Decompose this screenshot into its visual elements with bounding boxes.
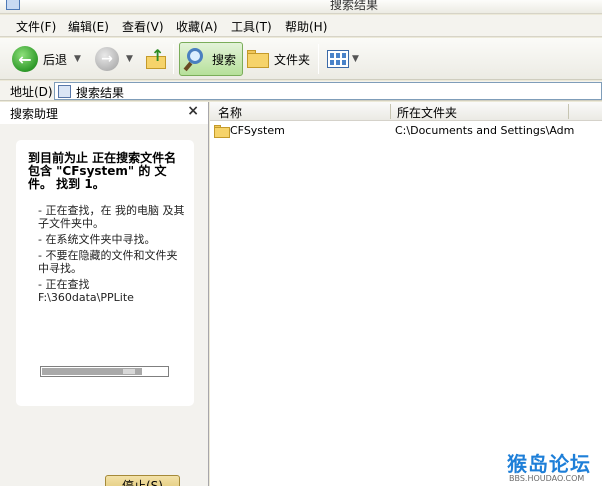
column-header-folder[interactable]: 所在文件夹: [397, 104, 457, 121]
chevron-down-icon: ▼: [74, 54, 81, 64]
status-card: 到目前为止 正在搜索文件名包含 "CFsystem" 的 文件。 找到 1。 -…: [16, 140, 194, 406]
column-headers: 名称 所在文件夹: [210, 102, 602, 121]
assistant-panel: 到目前为止 正在搜索文件名包含 "CFsystem" 的 文件。 找到 1。 -…: [0, 124, 208, 486]
back-dropdown[interactable]: ▼: [74, 42, 81, 76]
watermark-url: BBS.HOUDAO.COM: [509, 474, 585, 483]
folder-up-icon: ↑: [146, 46, 166, 70]
forward-dropdown[interactable]: ▼: [126, 42, 133, 76]
table-row[interactable]: CFSystem C:\Documents and Settings\Adm..…: [210, 122, 602, 140]
folders-label: 文件夹: [274, 52, 311, 67]
toolbar: ← 后退 ▼ → ▼ ↑ 搜索 文件夹 ▼: [0, 38, 602, 80]
back-arrow-icon: ←: [12, 46, 38, 72]
toolbar-separator: [173, 44, 174, 74]
column-divider[interactable]: [390, 104, 391, 119]
address-field[interactable]: 搜索结果: [54, 82, 602, 100]
watermark-logo: 猴岛论坛: [507, 452, 591, 476]
search-progress-bar: [40, 366, 169, 377]
pane-title: 搜索助理: [10, 107, 59, 121]
back-button[interactable]: ← 后退: [12, 42, 67, 76]
site-watermark: 猴岛论坛 BBS.HOUDAO.COM: [505, 448, 602, 486]
toolbar-separator: [318, 44, 319, 74]
results-pane: 名称 所在文件夹 CFSystem C:\Documents and Setti…: [210, 102, 602, 486]
status-bullet: - 正在查找 F:\360data\PPLite: [38, 278, 134, 304]
menu-favorites[interactable]: 收藏(A): [174, 18, 220, 35]
result-name: CFSystem: [230, 124, 285, 137]
chevron-down-icon: ▼: [352, 54, 359, 64]
title-bar: 搜索结果: [0, 0, 602, 14]
window-icon: [6, 0, 20, 10]
menu-tools[interactable]: 工具(T): [229, 18, 274, 35]
menu-edit[interactable]: 编辑(E): [66, 18, 111, 35]
column-divider[interactable]: [568, 104, 569, 119]
chevron-down-icon: ▼: [126, 54, 133, 64]
views-button[interactable]: ▼: [327, 42, 359, 76]
search-button[interactable]: 搜索: [179, 42, 244, 76]
status-bullet: - 正在查找，在 我的电脑 及其子文件夹中。: [38, 204, 185, 230]
menu-file[interactable]: 文件(F): [14, 18, 58, 35]
menu-bar: 文件(F) 编辑(E) 查看(V) 收藏(A) 工具(T) 帮助(H): [0, 15, 602, 37]
search-label: 搜索: [212, 52, 237, 67]
folder-icon: [214, 125, 230, 138]
column-header-name[interactable]: 名称: [218, 104, 242, 121]
close-icon[interactable]: ×: [187, 103, 199, 119]
folders-button[interactable]: 文件夹: [247, 42, 310, 76]
window-title: 搜索结果: [330, 0, 379, 12]
magnifier-icon: [183, 47, 207, 72]
forward-arrow-icon: →: [95, 47, 119, 71]
up-button[interactable]: ↑: [146, 42, 166, 76]
folder-icon: [247, 50, 269, 68]
address-label: 地址(D): [10, 85, 53, 99]
result-folder: C:\Documents and Settings\Adm...: [395, 124, 575, 137]
status-heading: 到目前为止 正在搜索文件名包含 "CFsystem" 的 文件。 找到 1。: [28, 151, 177, 191]
views-grid-icon: [327, 50, 349, 68]
search-results-icon: [58, 85, 71, 98]
address-bar: 地址(D) 搜索结果: [0, 81, 602, 101]
progress-chunk: [123, 369, 135, 374]
menu-help[interactable]: 帮助(H): [283, 18, 329, 35]
status-bullet: - 不要在隐藏的文件和文件夹中寻找。: [38, 249, 178, 275]
search-assistant-pane: 搜索助理 × 到目前为止 正在搜索文件名包含 "CFsystem" 的 文件。 …: [0, 102, 209, 486]
back-label: 后退: [43, 52, 68, 67]
menu-view[interactable]: 查看(V): [120, 18, 166, 35]
pane-header: 搜索助理 ×: [0, 102, 208, 124]
forward-button[interactable]: →: [95, 42, 119, 76]
address-value: 搜索结果: [76, 86, 125, 100]
status-bullet: - 在系统文件夹中寻找。: [38, 233, 156, 246]
stop-button[interactable]: 停止(S): [105, 475, 180, 486]
